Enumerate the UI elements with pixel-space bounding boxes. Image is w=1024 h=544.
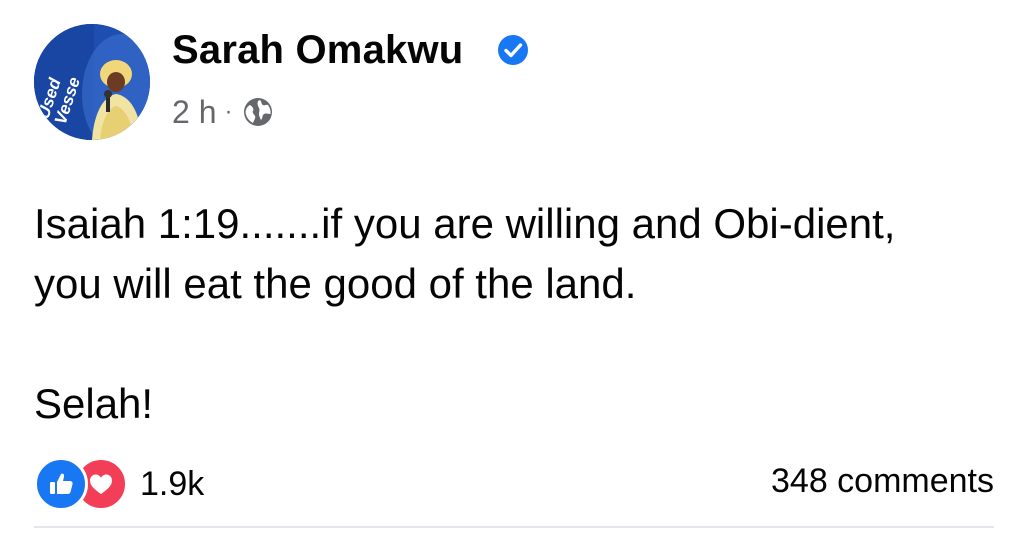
verified-badge-icon — [498, 35, 528, 65]
author-avatar[interactable]: Used Vesse — [34, 24, 150, 140]
post-time[interactable]: 2 h — [172, 94, 216, 131]
post-text-line: Isaiah 1:19.......if you are willing and… — [34, 200, 896, 247]
avatar-image: Used Vesse — [34, 24, 150, 140]
divider — [34, 526, 994, 528]
post-text-line: Selah! — [34, 380, 154, 427]
post-meta: 2 h · — [172, 92, 274, 132]
post-text-line: you will eat the good of the land. — [34, 260, 637, 307]
author-name[interactable]: Sarah Omakwu — [172, 28, 463, 73]
post-text: Isaiah 1:19.......if you are willing and… — [34, 194, 994, 434]
reaction-count: 1.9k — [140, 464, 205, 503]
globe-icon[interactable] — [242, 96, 274, 128]
meta-separator: · — [224, 98, 233, 125]
like-icon — [34, 457, 88, 511]
reactions-summary[interactable]: 1.9k — [34, 457, 205, 511]
facebook-post: Used Vesse Sarah Omakwu 2 h · Isaiah 1:1… — [0, 0, 1024, 544]
comments-count-link[interactable]: 348 comments — [771, 462, 994, 501]
